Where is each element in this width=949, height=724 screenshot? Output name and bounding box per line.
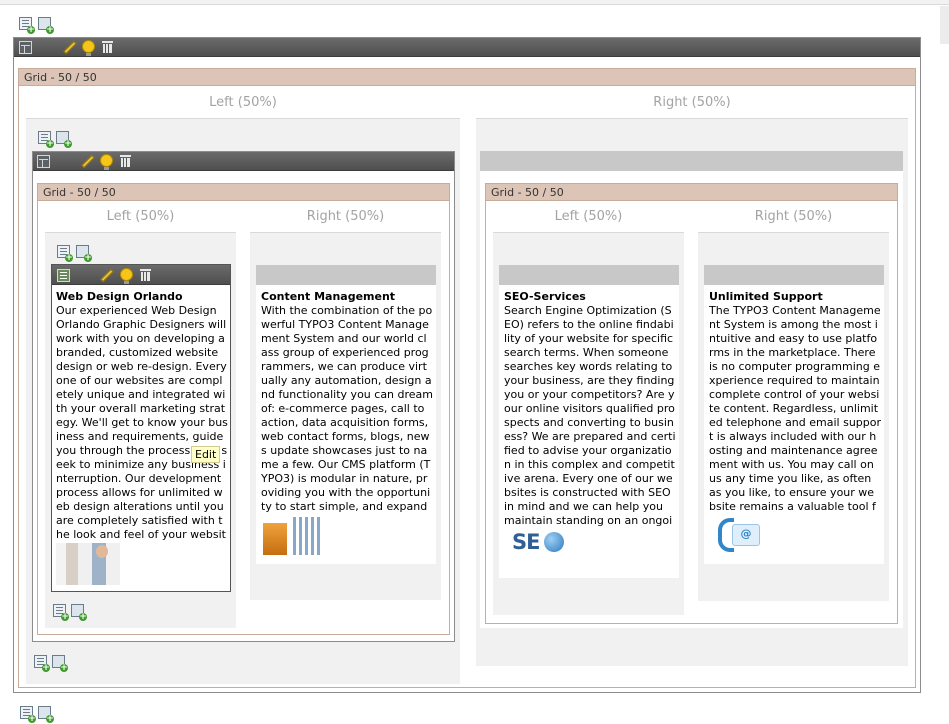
phone-icon: @ [718,516,760,556]
column-header-right: Right (50%) [754,209,833,224]
new-content-icon[interactable] [38,131,54,148]
content-title[interactable]: Content Management [261,290,433,304]
grid-header: Grid - 50 / 50 [485,183,898,201]
grid-header: Grid - 50 / 50 [18,68,916,86]
content-body[interactable]: With the combination of the powerful TYP… [261,304,433,514]
paste-icon[interactable] [38,17,54,34]
scrollbar-track[interactable] [940,6,949,44]
content-toolbar [499,265,679,285]
content-title[interactable]: Web Design Orlando [56,290,228,304]
content-toolbar [704,265,884,285]
new-content-icon[interactable] [53,604,69,621]
nested-toolbar [33,152,454,171]
outer-toolbar [14,38,920,57]
paste-icon[interactable] [52,655,68,672]
grid-type-icon[interactable] [19,41,32,54]
paste-icon[interactable] [71,604,87,621]
new-content-icon[interactable] [57,245,73,262]
content-toolbar [256,265,436,285]
edit-tooltip: Edit [191,446,221,463]
content-type-icon[interactable] [57,269,70,282]
person-image [56,543,120,585]
hide-icon[interactable] [82,40,95,56]
grid-header: Grid - 50 / 50 [37,183,450,201]
content-body[interactable]: Our experienced Web Design Orlando Graph… [56,304,228,541]
content-title[interactable]: SEO-Services [504,290,676,304]
delete-icon[interactable] [102,41,113,53]
top-strip [0,0,949,5]
paste-icon[interactable] [76,245,92,262]
new-content-icon[interactable] [20,706,36,723]
delete-icon[interactable] [140,269,151,281]
column-header-right: Right (50%) [653,95,731,110]
column-header-right: Right (50%) [306,209,385,224]
nested-toolbar [480,151,903,171]
paste-icon[interactable] [38,706,54,723]
hide-icon[interactable] [120,268,133,284]
edit-icon[interactable] [63,41,77,55]
new-content-icon[interactable] [19,17,35,34]
paste-icon[interactable] [56,131,72,148]
edit-icon[interactable] [81,155,95,169]
column-header-left: Left (50%) [209,95,277,110]
hide-icon[interactable] [100,154,113,170]
content-body[interactable]: Search Engine Optimization (SEO) refers … [504,304,676,528]
delete-icon[interactable] [120,155,131,167]
edit-icon[interactable] [100,269,114,283]
grid-type-icon[interactable] [37,155,50,168]
new-content-icon[interactable] [34,655,50,672]
product-image [263,517,323,555]
column-header-left: Left (50%) [106,209,175,224]
seo-image: SE [508,528,568,562]
content-title[interactable]: Unlimited Support [709,290,881,304]
column-header-left: Left (50%) [554,209,623,224]
content-body[interactable]: The TYPO3 Content Management System is a… [709,304,881,514]
